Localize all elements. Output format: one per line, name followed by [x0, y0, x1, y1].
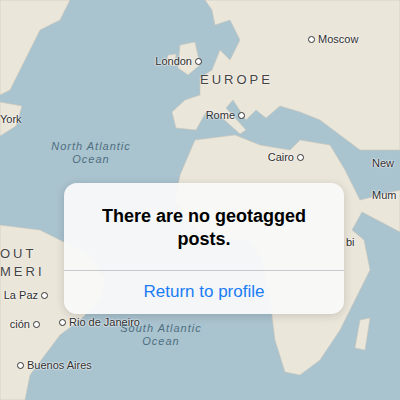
city-label: Mum	[372, 189, 396, 201]
city-label: London	[155, 55, 202, 67]
city-label: bi	[346, 236, 355, 248]
ocean-label: South Atlantic Ocean	[118, 322, 204, 348]
pin-icon[interactable]	[308, 36, 315, 43]
city-label: York	[0, 113, 22, 125]
pin-icon[interactable]	[59, 319, 66, 326]
city-label: Buenos Aires	[17, 359, 92, 371]
pin-icon[interactable]	[238, 112, 245, 119]
city-label: ción	[10, 318, 40, 330]
pin-icon[interactable]	[297, 154, 304, 161]
alert-dialog: There are no geotagged posts. Return to …	[64, 183, 344, 314]
region-label: MERI	[0, 264, 45, 279]
pin-icon[interactable]	[41, 292, 48, 299]
pin-icon[interactable]	[17, 362, 24, 369]
map[interactable]: Moscow London EUROPE Rome York North Atl…	[0, 0, 400, 400]
city-label: New	[372, 157, 394, 169]
pin-icon[interactable]	[195, 58, 202, 65]
city-label: Cairo	[268, 151, 304, 163]
city-label: La Paz	[4, 289, 48, 301]
region-label: EUROPE	[200, 72, 273, 87]
pin-icon[interactable]	[33, 321, 40, 328]
alert-message: There are no geotagged posts.	[64, 183, 344, 270]
city-label: Rome	[206, 109, 245, 121]
return-to-profile-button[interactable]: Return to profile	[64, 270, 344, 314]
city-label: Moscow	[308, 33, 358, 45]
ocean-label: North Atlantic Ocean	[48, 140, 134, 166]
region-label: OUT	[0, 246, 36, 261]
